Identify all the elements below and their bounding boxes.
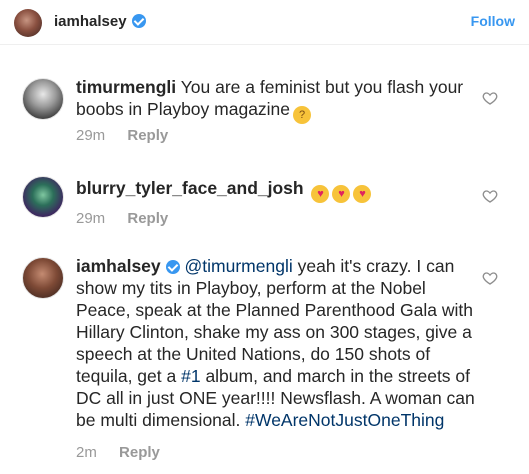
hashtag-link[interactable]: #1 xyxy=(181,366,200,386)
comment-username[interactable]: timurmengli xyxy=(76,77,176,97)
post-header: iamhalsey Follow xyxy=(0,0,529,45)
follow-button[interactable]: Follow xyxy=(471,13,515,29)
hashtag-link[interactable]: #WeAreNotJustOneThing xyxy=(245,410,444,430)
comment-text: timurmengli You are a feminist but you f… xyxy=(76,76,476,124)
avatar[interactable] xyxy=(22,78,64,120)
comment-text: iamhalsey @timurmengli yeah it's crazy. … xyxy=(76,255,476,431)
comment-mention[interactable]: @timurmengli xyxy=(185,256,293,276)
like-heart-icon[interactable] xyxy=(482,90,498,106)
heart-eyes-cat-icon: ♥ xyxy=(353,185,372,203)
comment-meta: 29m Reply xyxy=(76,127,168,144)
comment-meta: 2m Reply xyxy=(76,444,160,461)
comment-username[interactable]: iamhalsey xyxy=(76,256,161,276)
header-username[interactable]: iamhalsey xyxy=(54,13,127,30)
reply-button[interactable]: Reply xyxy=(119,444,160,461)
avatar[interactable] xyxy=(22,176,64,218)
like-heart-icon[interactable] xyxy=(482,270,498,286)
heart-eyes-cat-icon: ♥ xyxy=(311,185,330,203)
comment-time: 29m xyxy=(76,127,106,144)
verified-badge-icon xyxy=(131,14,146,28)
verified-badge-icon xyxy=(165,260,180,274)
comment-time: 29m xyxy=(76,210,106,227)
heart-eyes-cat-icon: ♥ xyxy=(332,185,351,203)
header-username-row: iamhalsey xyxy=(54,13,146,30)
comment-time: 2m xyxy=(76,444,97,461)
thinking-face-icon: ? xyxy=(293,106,312,124)
reply-button[interactable]: Reply xyxy=(127,127,168,144)
avatar[interactable] xyxy=(22,257,64,299)
comment-meta: 29m Reply xyxy=(76,210,168,227)
reply-button[interactable]: Reply xyxy=(127,210,168,227)
comment-username[interactable]: blurry_tyler_face_and_josh xyxy=(76,178,304,198)
like-heart-icon[interactable] xyxy=(482,188,498,204)
avatar[interactable] xyxy=(14,9,42,37)
comment-text: blurry_tyler_face_and_josh ♥ ♥ ♥ xyxy=(76,177,476,203)
